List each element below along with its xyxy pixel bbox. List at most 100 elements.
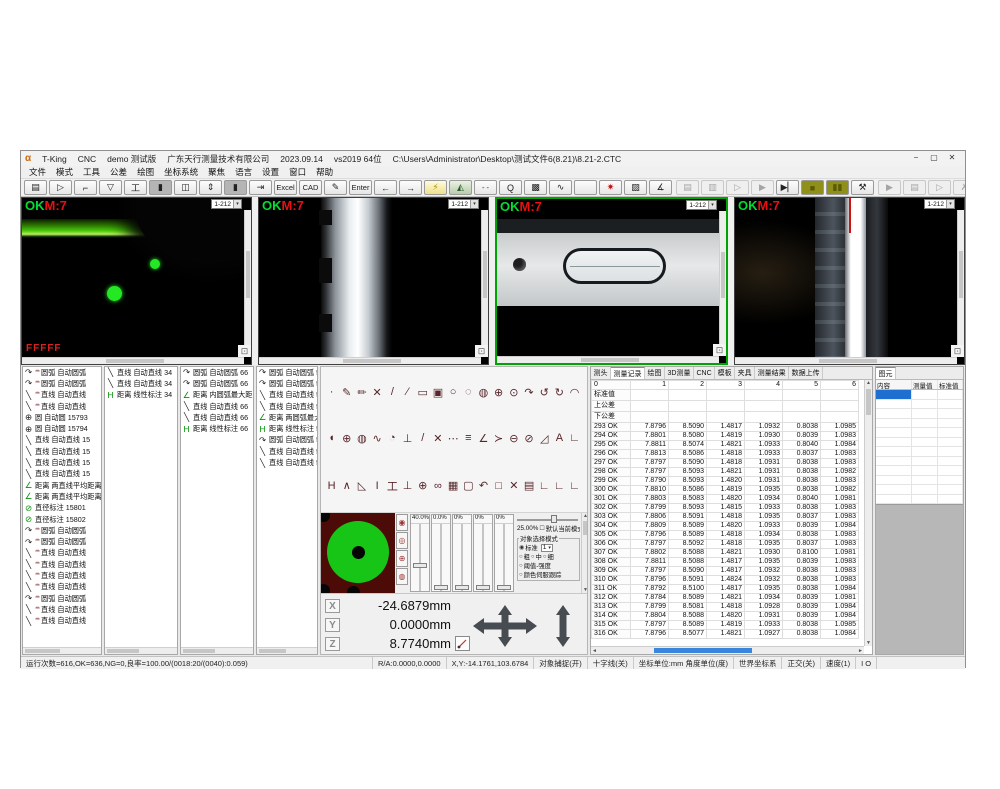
table-hscrollbar[interactable]: ◄ ► — [591, 646, 864, 654]
palette-tool-icon[interactable]: ⊙ — [506, 386, 521, 399]
arrow-left-button[interactable]: ← — [374, 180, 397, 195]
menu-item-文件[interactable]: 文件 — [24, 166, 51, 178]
element-row[interactable] — [876, 457, 963, 467]
measure-item[interactable]: ╲直线 自动直线 15 — [23, 469, 101, 480]
palette-tool-icon[interactable]: ⊖ — [506, 432, 521, 445]
tab-element[interactable]: 图元 — [876, 367, 896, 379]
palette-tool-icon[interactable]: ⊘ — [521, 432, 536, 445]
close-button[interactable]: ✕ — [943, 152, 961, 165]
camera-resize-icon[interactable]: ⊡ — [713, 344, 726, 356]
palette-tool-icon[interactable]: 工 — [385, 478, 400, 494]
table-row[interactable]: 295 OK7.88118.50741.48211.09330.80401.09… — [592, 441, 859, 450]
camera-range-dropdown[interactable]: 1-212▾ — [211, 199, 242, 209]
scroll-thumb[interactable] — [106, 359, 164, 363]
tab-测头[interactable]: 测头 — [591, 367, 611, 379]
light-bulb-button[interactable]: ⚡ — [424, 180, 447, 195]
chevron-down-icon[interactable]: ▾ — [233, 200, 241, 208]
palette-tool-icon[interactable]: ◠ — [567, 386, 582, 399]
scroll-up-icon[interactable]: ▲ — [866, 380, 871, 386]
measure-item[interactable]: ╲***直线 自动直线 — [23, 604, 101, 615]
coaxial-button[interactable]: ⊕ — [396, 550, 408, 567]
measure-item[interactable]: ↷圆弧 自动圆弧 55 — [257, 367, 317, 378]
radio-off-icon[interactable]: ○ — [519, 554, 523, 560]
program-button[interactable]: ⌐ — [74, 180, 97, 195]
image-button[interactable]: ◭ — [449, 180, 472, 195]
measure-item[interactable]: ╲直线 自动直线 55 — [257, 446, 317, 457]
chevron-down-icon[interactable]: ▾ — [708, 201, 716, 209]
scroll-thumb[interactable] — [583, 521, 588, 535]
color-track-option-label[interactable]: 颜色伺服跟踪 — [524, 570, 562, 579]
save-2-button[interactable]: ▤ — [903, 180, 926, 195]
blank-button[interactable] — [574, 180, 597, 195]
camera-panel-1[interactable]: OKM:7FFFFF1-212▾⊡ — [21, 197, 252, 365]
standard-option-label[interactable]: 标准 — [525, 543, 538, 552]
palette-tool-icon[interactable]: / — [415, 432, 430, 444]
ring-light-preview[interactable] — [321, 513, 395, 593]
table-row[interactable]: 296 OK7.88138.50861.48181.09330.80371.09… — [592, 450, 859, 459]
camera-range-dropdown[interactable]: 1-212▾ — [448, 199, 479, 209]
chevron-down-icon[interactable]: ▾ — [946, 200, 954, 208]
menu-item-坐标系统[interactable]: 坐标系统 — [159, 166, 203, 178]
menu-item-模式[interactable]: 模式 — [51, 166, 78, 178]
probe-button[interactable]: ▽ — [99, 180, 122, 195]
table-row[interactable]: 300 OK7.88108.50861.48191.09350.80381.09… — [592, 486, 859, 495]
table-row[interactable]: 306 OK7.87978.50921.48181.09350.80371.09… — [592, 540, 859, 549]
table-row[interactable]: 312 OK7.87848.50891.48211.09340.80391.09… — [592, 594, 859, 603]
palette-tool-icon[interactable]: ∞ — [430, 480, 445, 492]
measure-item[interactable]: ╲***直线 自动直线 — [23, 401, 101, 412]
minus-minus-button[interactable]: - - — [474, 180, 497, 195]
table-row[interactable]: 293 OK7.87968.50901.48171.09320.80381.09… — [592, 423, 859, 432]
camera-panel-3[interactable]: OKM:71-212▾⊡ — [495, 197, 728, 365]
element-row[interactable] — [876, 409, 963, 419]
camera-vscrollbar[interactable] — [719, 211, 726, 356]
dither-button[interactable]: ▨ — [624, 180, 647, 195]
measure-item[interactable]: ╲***直线 自动直线 — [23, 548, 101, 559]
palette-tool-icon[interactable]: ∟ — [537, 480, 552, 492]
scroll-down-icon[interactable]: ▼ — [865, 640, 872, 646]
play-gray-button[interactable]: ▶ — [751, 180, 774, 195]
palette-tool-icon[interactable]: I — [370, 480, 385, 492]
palette-tool-icon[interactable]: ▤ — [521, 479, 536, 492]
palette-tool-icon[interactable]: ↷ — [521, 386, 536, 399]
table-row[interactable]: 307 OK7.88028.50881.48211.09300.81001.09… — [592, 549, 859, 558]
camera-vscrollbar[interactable] — [481, 210, 488, 357]
camera-hscrollbar[interactable] — [259, 357, 481, 364]
scroll-thumb[interactable] — [25, 649, 60, 653]
measure-item[interactable]: ↷圆弧 自动圆弧 55 — [257, 378, 317, 389]
print-button[interactable]: ▥ — [701, 180, 724, 195]
table-row[interactable]: 302 OK7.87998.50931.48151.09330.80381.09… — [592, 504, 859, 513]
measure-item[interactable]: ∠距离 两直线平均距离 — [23, 491, 101, 502]
scroll-thumb[interactable] — [654, 648, 752, 653]
cnc-mode-button[interactable]: ▮ — [149, 180, 172, 195]
element-row[interactable] — [876, 400, 963, 410]
camera-resize-icon[interactable]: ⊡ — [238, 345, 251, 357]
tools-button[interactable]: ⚒ — [851, 180, 874, 195]
menu-item-帮助[interactable]: 帮助 — [311, 166, 338, 178]
camera-vscrollbar[interactable] — [957, 210, 964, 357]
palette-tool-icon[interactable]: ✕ — [506, 479, 521, 492]
element-row[interactable] — [876, 466, 963, 476]
palette-tool-icon[interactable]: ○ — [446, 386, 461, 398]
list-hscrollbar[interactable] — [181, 647, 253, 654]
palette-tool-icon[interactable]: / — [385, 386, 400, 398]
table-row[interactable]: 313 OK7.87998.50811.48181.09280.80391.09… — [592, 603, 859, 612]
stage-button[interactable]: 工 — [124, 180, 147, 195]
camera-resize-icon[interactable]: ⊡ — [951, 345, 964, 357]
palette-tool-icon[interactable]: ⊕ — [339, 432, 354, 445]
step-button[interactable]: ⇥ — [249, 180, 272, 195]
menu-item-工具[interactable]: 工具 — [78, 166, 105, 178]
palette-tool-icon[interactable]: ∠ — [476, 432, 491, 445]
palette-tool-icon[interactable]: · — [324, 386, 339, 398]
slider-thumb[interactable] — [455, 585, 469, 590]
palette-tool-icon[interactable]: ≡ — [461, 432, 476, 444]
palette-tool-icon[interactable]: ∧ — [339, 479, 354, 492]
measure-item[interactable]: ⊘直径标注 15801 — [23, 503, 101, 514]
arrow-right-button[interactable]: → — [399, 180, 422, 195]
palette-tool-icon[interactable]: ◍ — [476, 386, 491, 399]
scroll-right-icon[interactable]: ► — [858, 648, 863, 654]
run-once-button[interactable]: ▶▏ — [776, 180, 799, 195]
open-2-button[interactable]: ▷ — [928, 180, 951, 195]
title-bar[interactable]: α T-King CNC demo 测试版 广东天行测量技术有限公司 2023.… — [21, 151, 965, 166]
palette-tool-icon[interactable]: ▢ — [461, 479, 476, 492]
menu-item-聚焦[interactable]: 聚焦 — [203, 166, 230, 178]
